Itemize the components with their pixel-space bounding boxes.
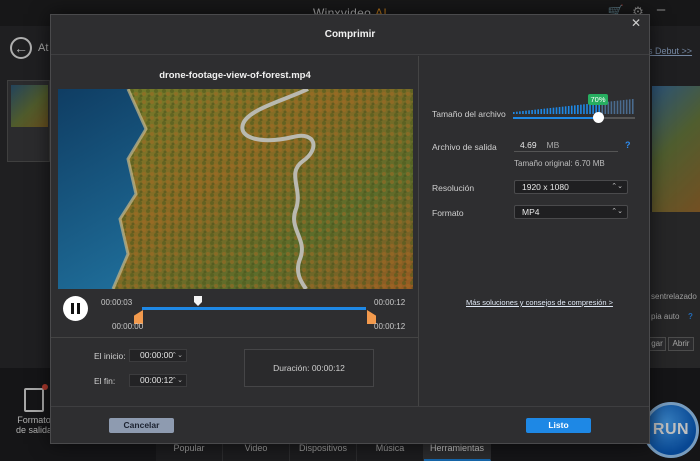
histogram-bar (619, 100, 622, 114)
pause-button[interactable] (63, 296, 88, 321)
compress-dialog: Comprimir ✕ drone-footage-view-of-forest… (50, 14, 650, 444)
histogram-bar (522, 111, 524, 114)
output-size-field[interactable]: 4.69 MB (514, 140, 618, 152)
histogram-bar (516, 111, 518, 114)
timeline-track[interactable] (142, 307, 366, 310)
histogram-bar (552, 107, 555, 114)
output-size-unit: MB (546, 140, 560, 150)
output-file-label: Archivo de salida (432, 142, 497, 152)
video-preview[interactable] (58, 89, 413, 289)
done-button[interactable]: Listo (526, 418, 591, 433)
histogram-bar (631, 99, 634, 114)
original-size: Tamaño original: 6.70 MB (514, 159, 605, 168)
histogram-bar (613, 101, 616, 114)
histogram-bar (540, 109, 543, 114)
histogram-bar (564, 106, 567, 114)
histogram-bar (574, 105, 576, 114)
video-frame (58, 89, 413, 289)
histogram-bar (561, 106, 564, 114)
chevron-updown-icon: ⌃⌄ (611, 183, 623, 190)
close-icon[interactable]: ✕ (630, 17, 642, 29)
file-size-label: Tamaño del archivo (432, 109, 506, 119)
playhead-handle[interactable] (194, 296, 202, 306)
resolution-value: 1920 x 1080 (522, 182, 569, 192)
settings-pane: Tamaño del archivo 70% Archivo de salida… (420, 56, 649, 406)
cancel-button[interactable]: Cancelar (109, 418, 174, 433)
histogram-bar (589, 103, 591, 114)
histogram-bar (580, 104, 582, 114)
histogram-bar (549, 108, 552, 114)
format-label: Formato (432, 208, 464, 218)
start-label: El inicio: (94, 351, 126, 361)
histogram-bar (519, 111, 521, 114)
histogram-bar (586, 104, 588, 114)
histogram-bar (610, 101, 613, 114)
histogram-bar (622, 100, 625, 114)
format-value: MP4 (522, 207, 540, 217)
start-time-input[interactable]: 00:00:00 ⌃⌄ (129, 349, 187, 362)
dialog-footer: Cancelar Listo (51, 406, 649, 444)
trim-start-time: 00:00:00 (112, 322, 144, 331)
histogram-bar (577, 105, 579, 114)
file-name: drone-footage-view-of-forest.mp4 (159, 70, 311, 81)
end-label: El fin: (94, 376, 116, 386)
stepper-icon[interactable]: ⌃⌄ (171, 375, 183, 386)
resolution-label: Resolución (432, 183, 475, 193)
end-time-value: 00:00:12 (140, 375, 174, 385)
stepper-icon[interactable]: ⌃⌄ (171, 350, 183, 361)
output-size-value: 4.69 (520, 140, 537, 150)
start-time-value: 00:00:00 (140, 350, 174, 360)
histogram-bar (546, 108, 549, 114)
app-window: Winxvideo AI 🛒 ⚙ – ← At s Debut >> sentre… (0, 0, 700, 461)
histogram-bar (513, 112, 515, 114)
slider-knob[interactable] (593, 112, 604, 123)
histogram-bar (625, 99, 628, 114)
format-select[interactable]: MP4 ⌃⌄ (514, 205, 628, 219)
end-time: 00:00:12 (374, 298, 406, 307)
end-time-input[interactable]: 00:00:12 ⌃⌄ (129, 374, 187, 387)
histogram-bar (616, 100, 619, 114)
trim-end-time: 00:00:12 (374, 322, 406, 331)
histogram-bar (537, 109, 539, 114)
histogram-bar (555, 107, 558, 114)
help-icon[interactable]: ? (625, 140, 631, 150)
preview-pane: drone-footage-view-of-forest.mp4 00:00:0… (51, 56, 419, 406)
dialog-header: Comprimir ✕ (51, 15, 649, 55)
duration-display: Duración: 00:00:12 (244, 349, 374, 387)
histogram-bar (628, 99, 631, 114)
resolution-select[interactable]: 1920 x 1080 ⌃⌄ (514, 180, 628, 194)
histogram-bar (525, 110, 527, 114)
histogram-bar (534, 109, 536, 114)
chevron-updown-icon: ⌃⌄ (611, 208, 623, 215)
compression-tips-link[interactable]: Más soluciones y consejos de compresión … (466, 298, 613, 307)
dialog-title: Comprimir (324, 29, 376, 40)
divider (51, 337, 419, 338)
histogram-bars (513, 99, 634, 114)
slider-fill (513, 117, 598, 119)
size-histogram (513, 98, 635, 114)
histogram-bar (558, 107, 561, 114)
percent-badge: 70% (588, 94, 608, 105)
histogram-bar (567, 106, 570, 114)
histogram-bar (543, 108, 546, 114)
histogram-bar (570, 105, 573, 114)
histogram-bar (528, 110, 530, 114)
histogram-bar (583, 104, 585, 114)
current-time: 00:00:03 (101, 298, 133, 307)
histogram-bar (531, 110, 533, 114)
file-size-slider[interactable]: 70% (513, 94, 635, 128)
